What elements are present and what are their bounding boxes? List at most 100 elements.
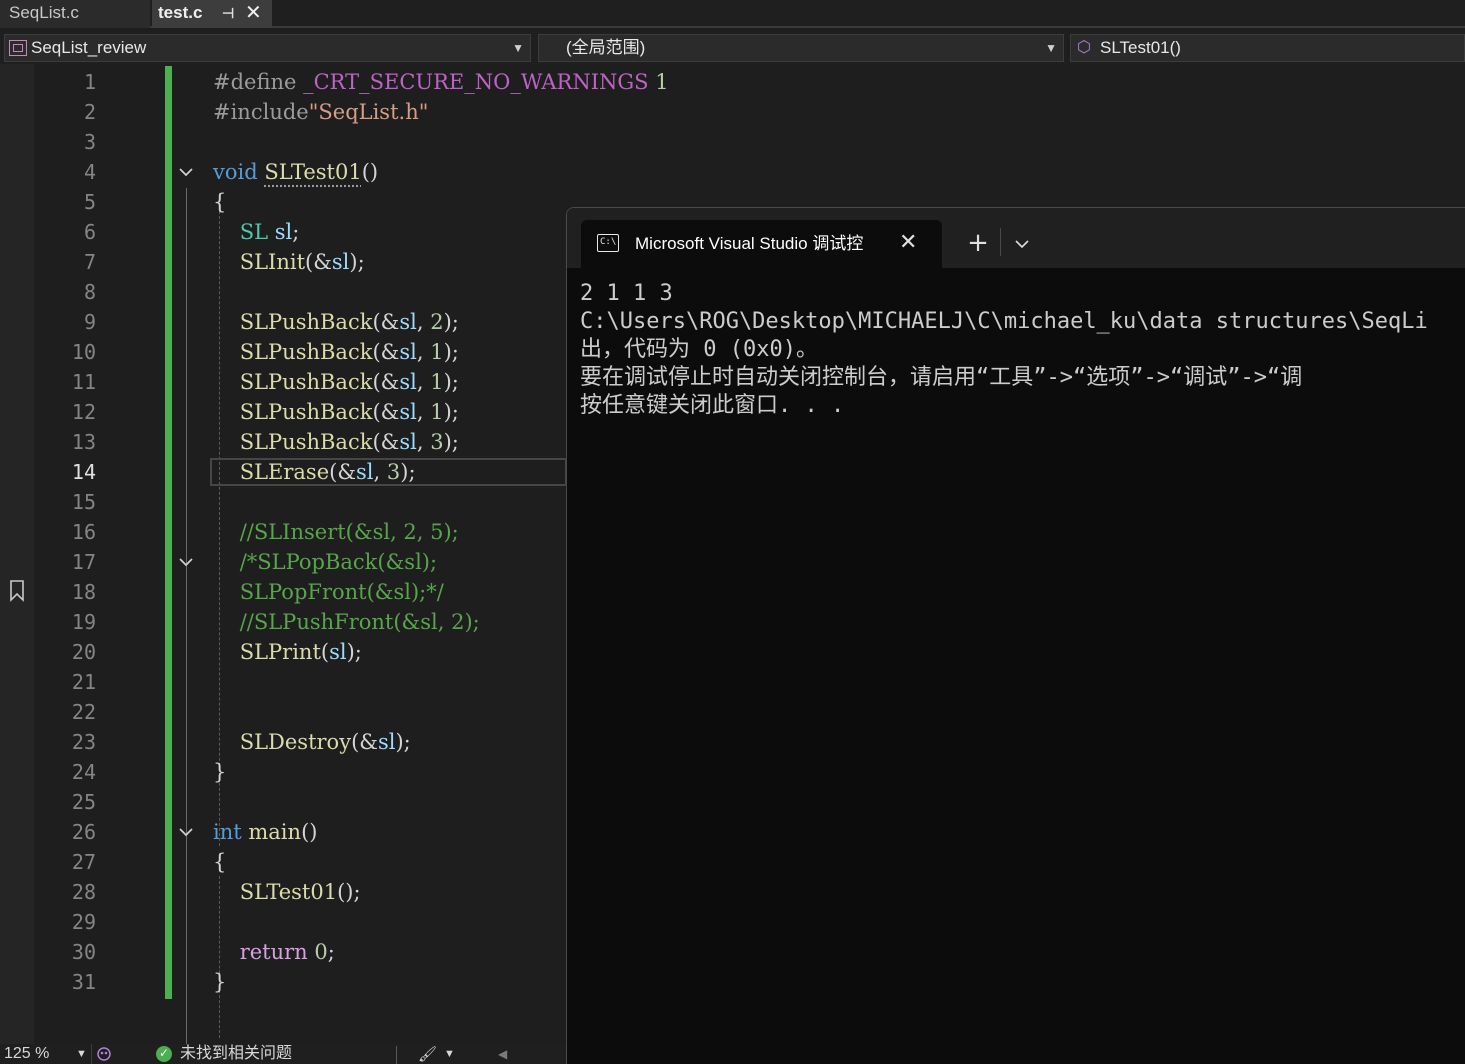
code-token: sl (399, 310, 417, 334)
line-number: 9 (83, 310, 96, 334)
line-number: 8 (83, 280, 96, 304)
function-dropdown[interactable]: ⬡ SLTest01() (1070, 34, 1465, 62)
line-number: 6 (83, 220, 96, 244)
code-line[interactable]: SLPopFront(&sl);*/ (213, 577, 444, 607)
console-titlebar[interactable]: C:\ Microsoft Visual Studio 调试控 ✕ + (567, 208, 1465, 268)
code-token: main (248, 820, 302, 844)
console-tab[interactable]: C:\ Microsoft Visual Studio 调试控 ✕ (581, 220, 942, 268)
fold-chevron-icon[interactable] (177, 163, 195, 181)
chevron-down-icon[interactable]: ▼ (444, 1044, 455, 1064)
code-line[interactable]: SLPushBack(&sl, 1); (213, 397, 459, 427)
code-line[interactable]: SLTest01(); (213, 877, 361, 907)
code-cleanup-icon[interactable]: 🖌 (418, 1045, 437, 1064)
pin-icon[interactable]: ⊣ (222, 0, 234, 26)
code-token: sl (399, 370, 417, 394)
fold-chevron-icon[interactable] (177, 553, 195, 571)
code-token: ; (327, 940, 335, 964)
line-number: 3 (83, 130, 96, 154)
code-token: "SeqList.h" (308, 100, 429, 124)
scope-dropdown[interactable]: (全局范围) ▼ (538, 34, 1064, 62)
close-icon[interactable]: ✕ (245, 0, 262, 26)
code-token: return (213, 940, 308, 964)
code-token: SLTest01 (264, 160, 362, 184)
console-line: 要在调试停止时自动关闭控制台，请启用“工具”->“选项”->“调试”->“调 (580, 365, 1303, 390)
code-token: /*SLPopBack(&sl); (213, 550, 438, 574)
chevron-down-icon: ▼ (76, 1048, 87, 1060)
console-line: C:\Users\ROG\Desktop\MICHAELJ\C\michael_… (580, 309, 1428, 334)
code-token: int (213, 820, 242, 844)
tab-label: SeqList.c (9, 3, 79, 22)
copilot-icon[interactable] (96, 1046, 112, 1062)
code-token: (& (305, 250, 332, 274)
code-token: { (213, 190, 227, 214)
code-token: ); (346, 640, 362, 664)
code-line[interactable]: SLPushBack(&sl, 1); (213, 367, 459, 397)
code-token: , (416, 400, 431, 424)
code-line[interactable]: int main() (213, 817, 317, 847)
code-line[interactable]: //SLPushFront(&sl, 2); (213, 607, 480, 637)
console-output[interactable]: 2 1 1 3 C:\Users\ROG\Desktop\MICHAELJ\C\… (580, 280, 1465, 420)
code-line[interactable]: SLErase(&sl, 3); (213, 457, 416, 487)
code-token: void (213, 160, 258, 184)
new-tab-button[interactable]: + (963, 220, 993, 268)
code-line[interactable]: #define _CRT_SECURE_NO_WARNINGS 1 (213, 67, 669, 97)
code-line[interactable]: { (213, 187, 226, 217)
code-line[interactable]: return 0; (213, 937, 335, 967)
code-line[interactable]: SLDestroy(&sl); (213, 727, 411, 757)
debug-console-window[interactable]: C:\ Microsoft Visual Studio 调试控 ✕ + 2 1 … (566, 207, 1465, 1064)
code-token: #include (213, 100, 309, 124)
code-token: 1 (430, 400, 444, 424)
line-number: 26 (71, 820, 96, 844)
code-line[interactable]: SLPushBack(&sl, 1); (213, 337, 459, 367)
chevron-down-icon: ▼ (512, 41, 524, 55)
code-token: 3 (430, 430, 444, 454)
code-editor[interactable]: 1 2 3 4 5 6 7 8 9 10 11 12 13 14 15 16 17 18 19 20 21 22 23 24 2… (0, 64, 669, 1048)
code-line[interactable]: } (213, 967, 226, 997)
code-line[interactable]: SLPushBack(&sl, 2); (213, 307, 459, 337)
code-line[interactable]: SLPrint(sl); (213, 637, 362, 667)
chevron-down-icon[interactable] (1007, 220, 1037, 268)
code-token: 3 (386, 460, 401, 484)
scope-guide (186, 576, 187, 610)
code-token: { (213, 850, 227, 874)
line-number: 17 (71, 550, 96, 574)
code-line[interactable]: //SLInsert(&sl, 2, 5); (213, 517, 459, 547)
code-token: } (213, 970, 227, 994)
code-token: ); (443, 370, 459, 394)
change-tracking-bar (165, 66, 172, 999)
code-line[interactable]: SLPushBack(&sl, 3); (213, 427, 459, 457)
code-token: _CRT_SECURE_NO_WARNINGS (303, 70, 649, 94)
code-token: SLInit (213, 250, 306, 274)
code-line[interactable]: } (213, 757, 226, 787)
code-token: ); (395, 730, 411, 754)
line-number: 22 (71, 700, 96, 724)
code-token: ); (443, 400, 459, 424)
glyph-margin[interactable] (0, 64, 34, 1044)
console-title: Microsoft Visual Studio 调试控 (635, 234, 864, 253)
tab-seqlist-c[interactable]: SeqList.c (0, 0, 150, 28)
line-number: 24 (71, 760, 96, 784)
fold-chevron-icon[interactable] (177, 823, 195, 841)
code-token: sl (356, 460, 374, 484)
close-icon[interactable]: ✕ (899, 220, 917, 268)
zoom-dropdown[interactable]: 125 % ▼ (0, 1044, 92, 1064)
code-line[interactable]: void SLTest01() (213, 157, 378, 187)
code-token: sl (399, 400, 417, 424)
tab-test-c[interactable]: test.c ⊣ ✕ (152, 0, 272, 28)
code-token: , (416, 310, 431, 334)
code-line[interactable]: SL sl; (213, 217, 300, 247)
line-number: 12 (71, 400, 96, 424)
line-number: 7 (83, 250, 96, 274)
code-token: sl (331, 250, 350, 274)
code-line[interactable]: { (213, 847, 226, 877)
scroll-left-icon[interactable]: ◀ (498, 1044, 507, 1064)
project-dropdown[interactable]: SeqList_review ▼ (4, 34, 531, 62)
issues-status[interactable]: 未找到相关问题 (180, 1044, 292, 1064)
code-line[interactable]: #include"SeqList.h" (213, 97, 428, 127)
code-line[interactable]: SLInit(&sl); (213, 247, 365, 277)
line-number: 10 (71, 340, 96, 364)
code-line[interactable]: /*SLPopBack(&sl); (213, 547, 437, 577)
code-token: (& (372, 430, 400, 454)
bookmark-icon[interactable] (8, 579, 26, 603)
code-token: ); (349, 250, 365, 274)
